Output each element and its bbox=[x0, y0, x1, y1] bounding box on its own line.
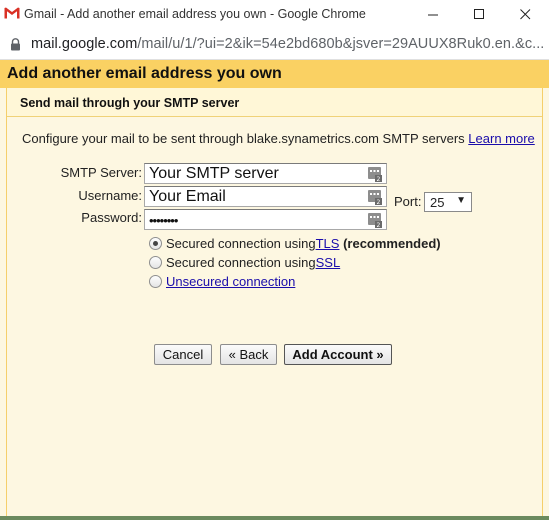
username-value: Your Email bbox=[149, 188, 226, 205]
ssl-link[interactable]: SSL bbox=[316, 255, 341, 270]
maximize-button[interactable] bbox=[456, 0, 502, 29]
ssl-prefix: Secured connection using bbox=[166, 254, 316, 270]
tls-prefix: Secured connection using bbox=[166, 235, 316, 251]
add-email-dialog: Add another email address you own Send m… bbox=[0, 60, 549, 520]
taskbar-edge bbox=[0, 516, 549, 520]
svg-text:2: 2 bbox=[377, 222, 381, 228]
tls-link[interactable]: TLS bbox=[316, 236, 340, 251]
password-manager-icon[interactable]: 2 bbox=[367, 189, 383, 205]
dialog-header: Add another email address you own bbox=[0, 60, 549, 88]
back-button[interactable]: « Back bbox=[220, 344, 277, 365]
unsecured-link[interactable]: Unsecured connection bbox=[166, 274, 295, 289]
description: Configure your mail to be sent through b… bbox=[22, 131, 535, 146]
smtp-server-value: Your SMTP server bbox=[149, 165, 279, 182]
window-titlebar: Gmail - Add another email address you ow… bbox=[0, 0, 549, 29]
port-value: 25 bbox=[430, 195, 445, 210]
url-host: mail.google.com bbox=[31, 36, 138, 52]
username-label: Username: bbox=[78, 188, 142, 203]
section-title: Send mail through your SMTP server bbox=[20, 96, 240, 110]
description-text: Configure your mail to be sent through b… bbox=[22, 131, 465, 146]
password-input[interactable]: •••••••• 2 bbox=[144, 209, 387, 230]
tls-recommended: (recommended) bbox=[343, 235, 441, 251]
tls-option[interactable]: Secured connection using TLS (recommende… bbox=[149, 234, 441, 252]
cancel-button[interactable]: Cancel bbox=[154, 344, 212, 365]
dialog-body: Send mail through your SMTP server Confi… bbox=[6, 88, 543, 520]
password-manager-icon[interactable]: 2 bbox=[367, 166, 383, 182]
svg-text:2: 2 bbox=[377, 176, 381, 182]
tls-radio[interactable] bbox=[149, 236, 162, 250]
maximize-icon bbox=[473, 9, 484, 19]
lock-icon[interactable] bbox=[10, 38, 21, 51]
dialog-title: Add another email address you own bbox=[7, 65, 282, 82]
gmail-icon bbox=[4, 7, 20, 19]
smtp-server-input[interactable]: Your SMTP server 2 bbox=[144, 163, 387, 184]
url-text[interactable]: mail.google.com/mail/u/1/?ui=2&ik=54e2bd… bbox=[31, 36, 544, 52]
unsecured-option[interactable]: Unsecured connection bbox=[149, 272, 295, 290]
password-label: Password: bbox=[81, 210, 142, 225]
unsecured-radio[interactable] bbox=[149, 274, 162, 288]
close-button[interactable] bbox=[502, 0, 548, 29]
url-path: /mail/u/1/?ui=2&ik=54e2bd680b&jsver=29AU… bbox=[137, 36, 545, 52]
smtp-server-label: SMTP Server: bbox=[60, 165, 142, 180]
password-manager-icon[interactable]: 2 bbox=[367, 212, 383, 228]
add-account-button[interactable]: Add Account » bbox=[284, 344, 392, 365]
port-label: Port: bbox=[394, 194, 422, 209]
learn-more-link[interactable]: Learn more bbox=[468, 131, 534, 146]
ssl-option[interactable]: Secured connection using SSL bbox=[149, 253, 340, 271]
username-input[interactable]: Your Email 2 bbox=[144, 186, 387, 207]
address-bar[interactable]: mail.google.com/mail/u/1/?ui=2&ik=54e2bd… bbox=[0, 29, 549, 60]
dropdown-arrow-icon: ▼ bbox=[456, 195, 466, 206]
minimize-icon bbox=[427, 14, 438, 16]
password-value: •••••••• bbox=[149, 213, 178, 228]
ssl-radio[interactable] bbox=[149, 255, 162, 269]
section-header: Send mail through your SMTP server bbox=[7, 88, 542, 117]
svg-text:2: 2 bbox=[377, 199, 381, 205]
port-select[interactable]: 25 ▼ bbox=[424, 192, 472, 212]
close-icon bbox=[519, 9, 530, 20]
minimize-button[interactable] bbox=[410, 0, 456, 29]
window-title: Gmail - Add another email address you ow… bbox=[24, 7, 366, 21]
